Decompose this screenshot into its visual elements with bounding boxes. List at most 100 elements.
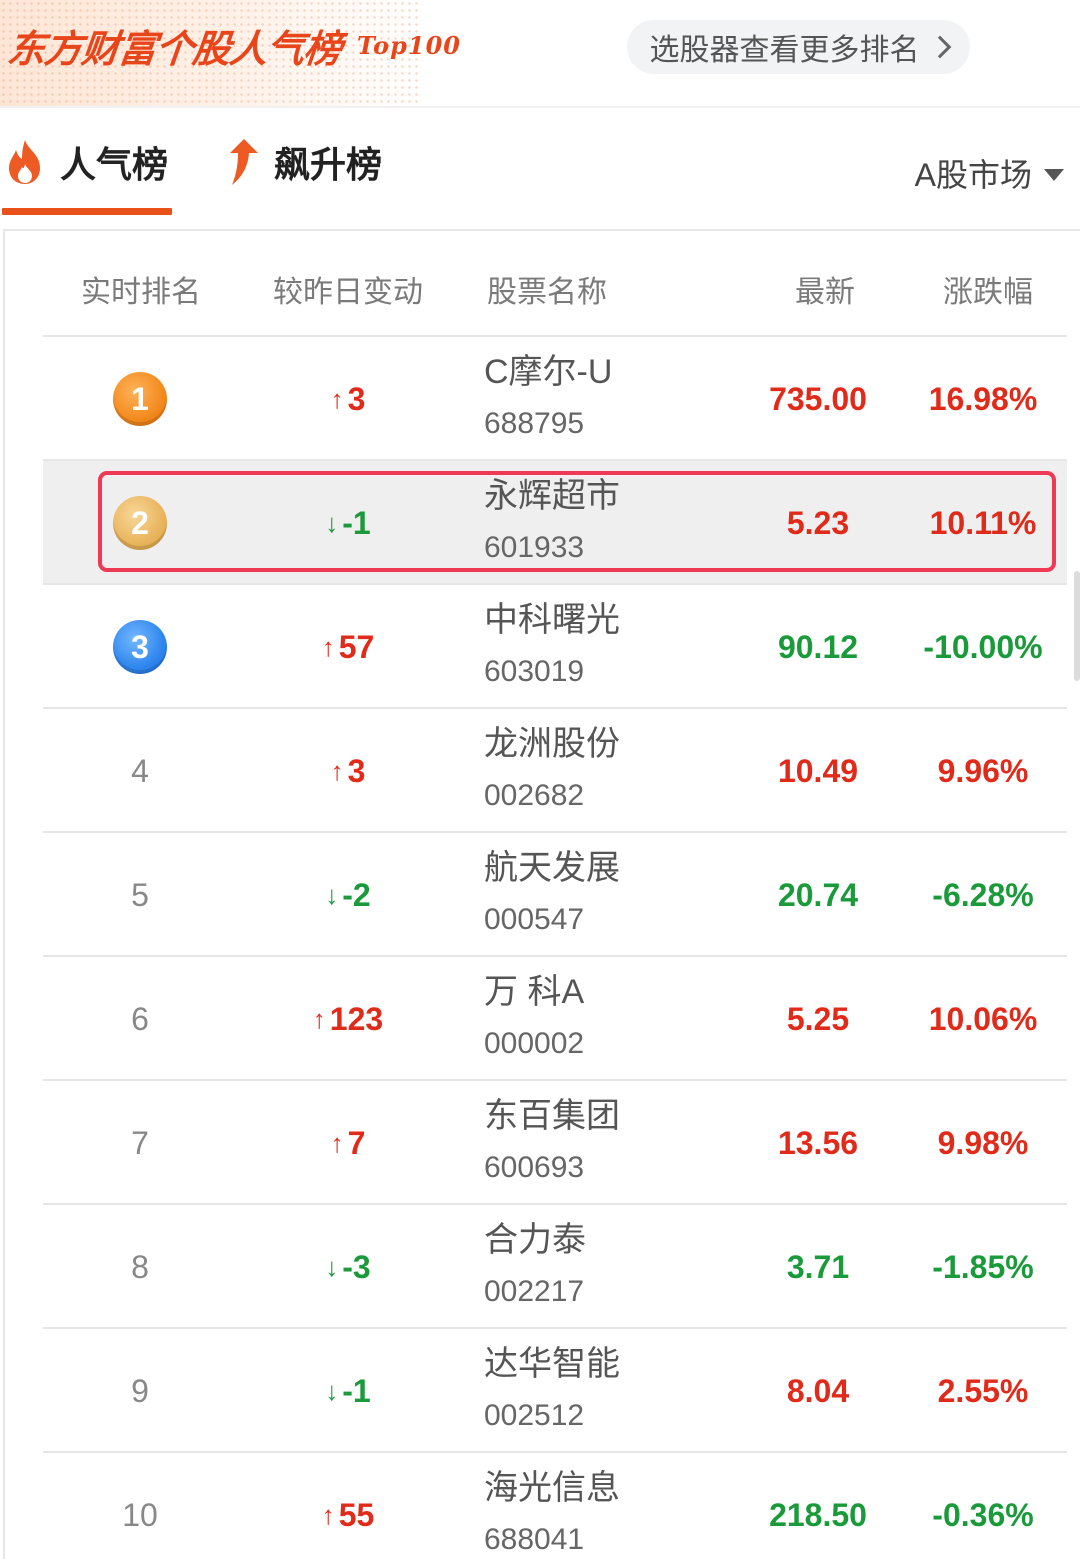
rank-change-value: -2 <box>342 876 371 913</box>
rank-change: ↑ 55 <box>273 1487 423 1543</box>
table-header: 实时排名 较昨日变动 股票名称 最新 涨跌幅 <box>5 231 1080 339</box>
market-dropdown[interactable]: A股市场 <box>915 150 1064 196</box>
stock-name[interactable]: 中科曙光 <box>484 597 744 643</box>
latest-price: 5.23 <box>786 504 850 541</box>
arrow-down-icon: ↓ <box>325 1375 339 1406</box>
stock-code: 002217 <box>484 1275 585 1308</box>
arrow-up-icon: ↑ <box>330 383 344 414</box>
latest-price: 90.12 <box>777 628 859 665</box>
stock-picker-button[interactable]: 选股器查看更多排名 <box>627 20 970 74</box>
tab-rising-label: 飙升榜 <box>274 144 383 185</box>
arrow-up-icon: ↑ <box>321 1499 335 1530</box>
stock-cell[interactable]: 龙洲股份 002682 <box>484 721 744 819</box>
table-row[interactable]: 5 ↓ -2 航天发展 000547 20.74 -6.28% <box>43 833 1067 957</box>
rank-change: ↓ -1 <box>273 1363 423 1419</box>
arrow-up-icon: ↑ <box>321 631 335 662</box>
header-pct: 涨跌幅 <box>943 276 1033 309</box>
stock-cell[interactable]: 万 科A 000002 <box>484 969 744 1067</box>
flame-icon <box>9 140 40 184</box>
tab-popularity-label: 人气榜 <box>60 144 169 185</box>
rank-cell: 1 <box>79 371 201 427</box>
stock-code: 002682 <box>484 779 585 812</box>
rank-change-value: 55 <box>338 1496 375 1533</box>
table-row[interactable]: 3 ↑ 57 中科曙光 603019 90.12 -10.00% <box>43 585 1067 709</box>
tab-popularity[interactable]: 人气榜 <box>4 132 168 192</box>
stock-code: 000002 <box>484 1027 585 1060</box>
table-row[interactable]: 2 ↓ -1 永辉超市 601933 5.23 10.11% <box>43 461 1067 585</box>
rank-number: 9 <box>131 1372 149 1409</box>
scrollbar[interactable] <box>1074 571 1080 681</box>
rank-cell: 3 <box>79 619 201 675</box>
latest-price: 735.00 <box>769 380 867 417</box>
change-percent: -6.28% <box>932 876 1034 913</box>
market-dropdown-label: A股市场 <box>914 157 1032 193</box>
stock-name[interactable]: 龙洲股份 <box>484 721 744 767</box>
stock-cell[interactable]: 中科曙光 603019 <box>484 597 744 695</box>
rank-cell: 10 <box>79 1487 201 1543</box>
stock-cell[interactable]: 合力泰 002217 <box>484 1217 744 1315</box>
change-percent: -1.85% <box>932 1248 1034 1285</box>
rank-change-value: 123 <box>329 1000 384 1037</box>
latest-price: 8.04 <box>786 1372 850 1409</box>
stock-code: 688795 <box>484 407 585 440</box>
ranking-tabs: 人气榜 飙升榜 A股市场 <box>0 110 1080 228</box>
rank-change: ↓ -2 <box>273 867 423 923</box>
table-row[interactable]: 10 ↑ 55 海光信息 688041 218.50 -0.36% <box>43 1453 1067 1559</box>
rank-cell: 4 <box>79 743 201 799</box>
brand-title-text: 东方财富个股人气榜 <box>5 25 344 71</box>
latest-price: 218.50 <box>769 1496 867 1533</box>
stock-name[interactable]: 达华智能 <box>484 1341 744 1387</box>
rank-change-value: 3 <box>347 380 366 417</box>
stock-cell[interactable]: 达华智能 002512 <box>484 1341 744 1439</box>
rank-cell: 2 <box>79 495 201 551</box>
rank-change: ↑ 3 <box>273 371 423 427</box>
stock-cell[interactable]: 航天发展 000547 <box>484 845 744 943</box>
rank-number: 4 <box>131 752 149 789</box>
tab-rising[interactable]: 飙升榜 <box>222 132 382 192</box>
latest-price: 10.49 <box>777 752 859 789</box>
stock-code: 600693 <box>484 1151 585 1184</box>
stock-cell[interactable]: C摩尔-U 688795 <box>484 349 744 447</box>
stock-cell[interactable]: 海光信息 688041 <box>484 1465 744 1559</box>
stock-name[interactable]: 东百集团 <box>484 1093 744 1139</box>
rank-number: 7 <box>131 1124 149 1161</box>
table-row[interactable]: 7 ↑ 7 东百集团 600693 13.56 9.98% <box>43 1081 1067 1205</box>
stock-name[interactable]: C摩尔-U <box>484 349 744 395</box>
change-percent: -10.00% <box>923 628 1043 665</box>
stock-name[interactable]: 海光信息 <box>484 1465 744 1511</box>
latest-price: 13.56 <box>777 1124 859 1161</box>
rank-change: ↑ 57 <box>273 619 423 675</box>
change-percent: 10.06% <box>928 1000 1038 1037</box>
table-row[interactable]: 4 ↑ 3 龙洲股份 002682 10.49 9.96% <box>43 709 1067 833</box>
stock-cell[interactable]: 永辉超市 601933 <box>484 473 744 571</box>
stock-name[interactable]: 航天发展 <box>484 845 744 891</box>
stock-name[interactable]: 万 科A <box>484 969 744 1015</box>
stock-code: 002512 <box>484 1399 585 1432</box>
table-row[interactable]: 8 ↓ -3 合力泰 002217 3.71 -1.85% <box>43 1205 1067 1329</box>
rank-cell: 9 <box>79 1363 201 1419</box>
brand-title: 东方财富个股人气榜 Top100 <box>5 20 462 71</box>
table-row[interactable]: 9 ↓ -1 达华智能 002512 8.04 2.55% <box>43 1329 1067 1453</box>
caret-down-icon <box>1044 169 1064 181</box>
stock-name[interactable]: 合力泰 <box>484 1217 744 1263</box>
ranking-table: 实时排名 较昨日变动 股票名称 最新 涨跌幅 1 ↑ 3 C摩尔-U 688795 735… <box>3 229 1080 1559</box>
rank-change-value: -1 <box>342 504 371 541</box>
latest-price: 3.71 <box>786 1248 850 1285</box>
brand-subtitle: Top100 <box>357 30 462 60</box>
table-row[interactable]: 6 ↑ 123 万 科A 000002 5.25 10.06% <box>43 957 1067 1081</box>
rising-arrow-icon <box>230 139 258 185</box>
stock-cell[interactable]: 东百集团 600693 <box>484 1093 744 1191</box>
stock-name[interactable]: 永辉超市 <box>484 473 744 519</box>
table-row[interactable]: 1 ↑ 3 C摩尔-U 688795 735.00 16.98% <box>43 337 1067 461</box>
rank-number: 5 <box>131 876 149 913</box>
arrow-up-icon: ↑ <box>312 1003 326 1034</box>
rank-medal-icon: 1 <box>113 372 167 426</box>
stock-code: 601933 <box>484 531 585 564</box>
change-percent: -0.36% <box>932 1496 1034 1533</box>
stock-code: 000547 <box>484 903 585 936</box>
change-percent: 10.11% <box>929 504 1037 541</box>
stock-picker-label: 选股器查看更多排名 <box>649 34 920 67</box>
arrow-down-icon: ↓ <box>325 507 339 538</box>
chevron-right-icon <box>928 35 951 59</box>
change-percent: 9.98% <box>937 1124 1029 1161</box>
